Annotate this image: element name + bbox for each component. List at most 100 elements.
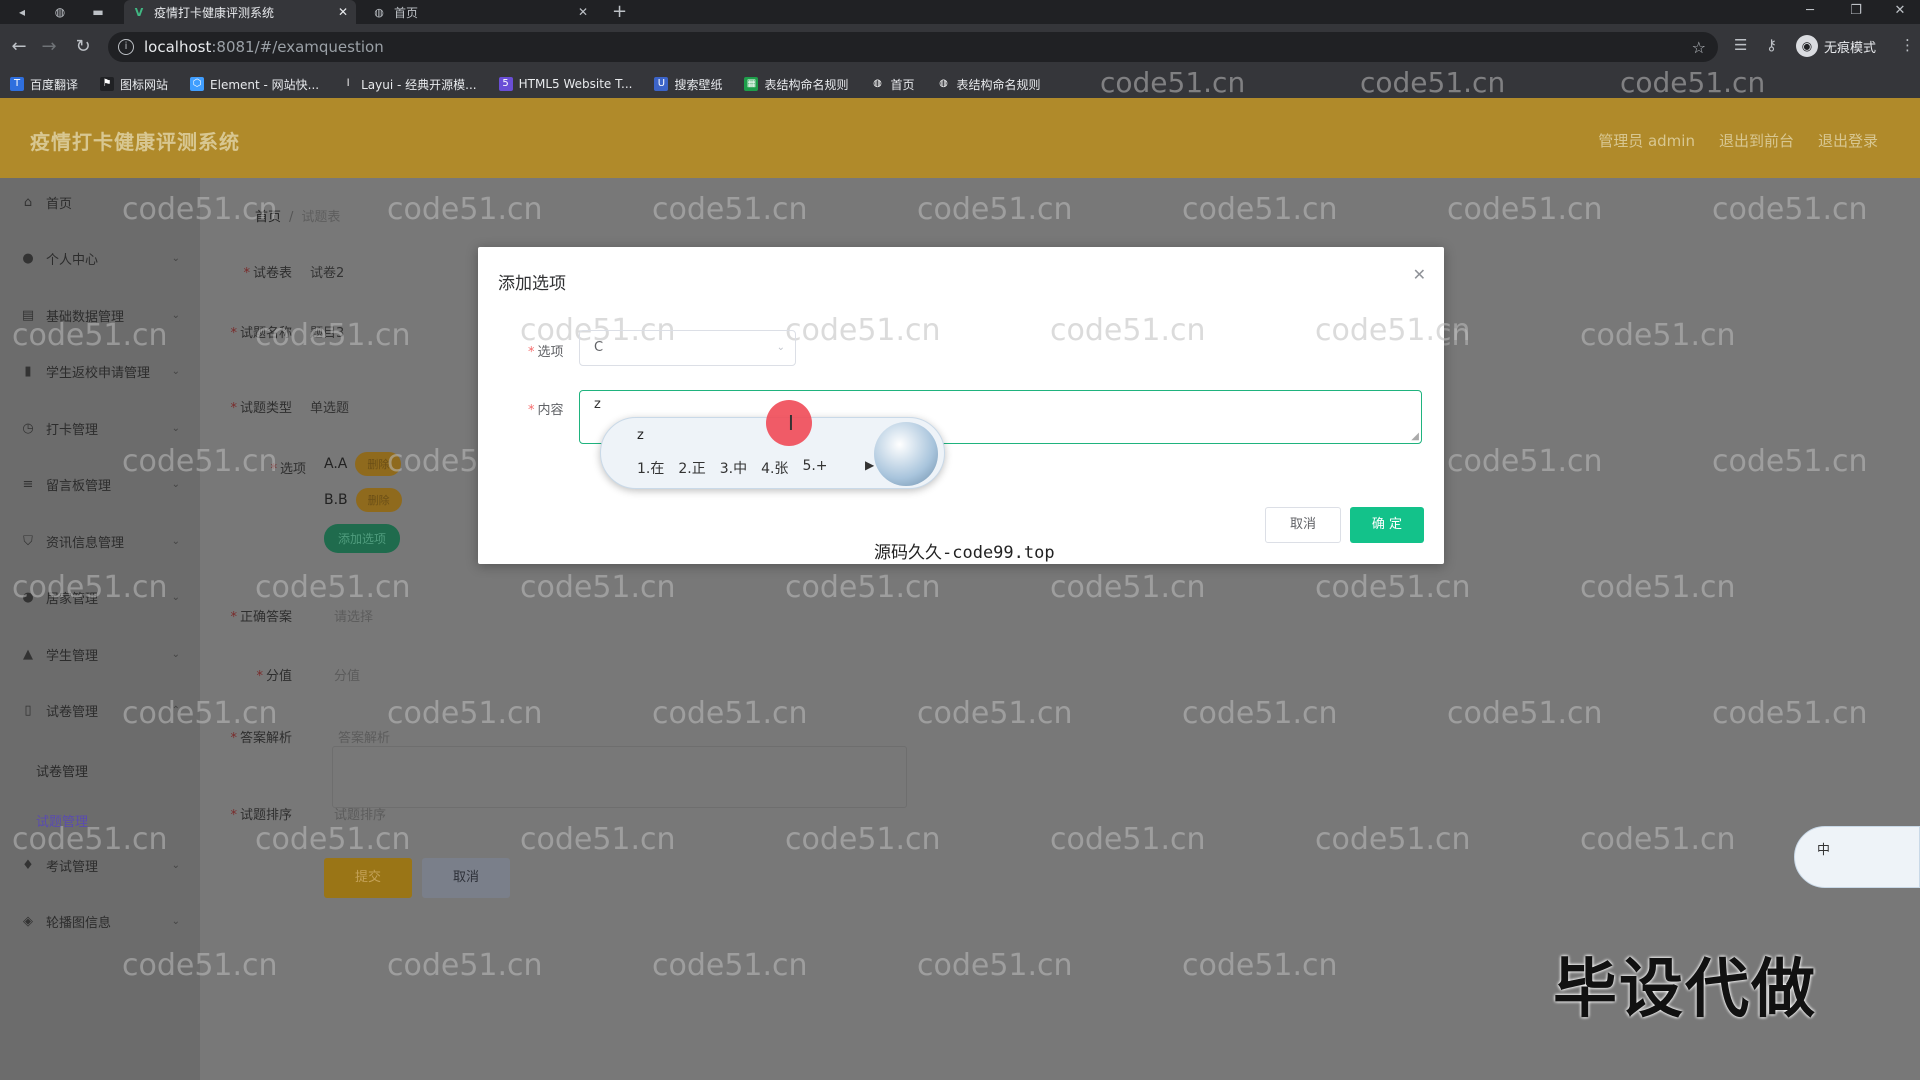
sidebar-item-students[interactable]: ▲ 学生管理 ⌄ (0, 634, 200, 674)
add-option-button[interactable]: 添加选项 (324, 524, 401, 553)
answer-select[interactable]: 请选择 (334, 606, 373, 625)
ime-candidate[interactable]: 3.中 (720, 458, 747, 478)
ime-candidate[interactable]: 2.正 (678, 458, 705, 478)
reload-icon[interactable]: ↻ (72, 36, 94, 57)
bookmark-label: 首页 (890, 77, 915, 92)
close-window-button[interactable]: ✕ (1880, 0, 1920, 24)
clock-icon: ◷ (22, 420, 34, 436)
menu-dots-icon[interactable]: ⋮ (1900, 36, 1915, 54)
ime-candidate[interactable]: 1.在 (637, 458, 664, 478)
close-icon[interactable]: ✕ (1413, 265, 1426, 284)
user-icon: ● (22, 589, 34, 605)
sidebar-item-label: 学生管理 (46, 648, 99, 664)
ime-candidate[interactable]: 5.+ (802, 458, 827, 478)
paper-value[interactable]: 试卷2 (310, 262, 344, 281)
media-icon[interactable]: ◂ (12, 2, 32, 22)
delete-option-button[interactable]: 删除 (355, 488, 402, 512)
bookmark-item[interactable]: ⬡ Element - 网站快... (190, 76, 319, 93)
close-tab-icon[interactable]: ✕ (338, 5, 348, 19)
sidebar-item-return-apply[interactable]: ▮ 学生返校申请管理 ⌄ (0, 351, 200, 391)
bookmark-item[interactable]: l Layui - 经典开源模... (341, 76, 477, 93)
delete-option-button[interactable]: 删除 (355, 452, 402, 476)
mic-icon: ♦ (22, 857, 34, 873)
close-tab-icon[interactable]: ✕ (578, 5, 588, 19)
back-icon[interactable]: ← (8, 36, 30, 57)
ime-mode-label: 中 (1817, 843, 1831, 858)
sidebar-item-news[interactable]: ⛉ 资讯信息管理 ⌄ (0, 521, 200, 561)
sidebar-item-papers[interactable]: ▯ 试卷管理 ⌃ (0, 690, 200, 730)
bookmark-item[interactable]: 5 HTML5 Website T... (498, 77, 632, 91)
bookmark-label: 表结构命名规则 (764, 77, 849, 92)
answer-row: * 正确答案 请选择 (200, 606, 373, 625)
ime-status-bar[interactable]: 中 (1794, 826, 1920, 888)
tab-exam-system[interactable]: V 疫情打卡健康评测系统 ✕ (124, 0, 356, 24)
forward-icon[interactable]: → (38, 36, 60, 57)
bookmark-label: 百度翻译 (30, 77, 79, 92)
restore-button[interactable]: ❐ (1836, 0, 1876, 24)
logout-link[interactable]: 退出登录 (1818, 130, 1878, 151)
minimize-button[interactable]: ─ (1790, 0, 1830, 24)
sidebar-subitem-questions[interactable]: 试题管理 (36, 811, 88, 830)
analysis-placeholder: 答案解析 (338, 731, 391, 746)
bookmark-item[interactable]: ▦ 表结构命名规则 (744, 76, 848, 93)
back-to-front-link[interactable]: 退出到前台 (1719, 130, 1794, 151)
score-input[interactable]: 分值 (334, 665, 360, 684)
content-value: z (594, 397, 601, 412)
reading-list-icon[interactable]: ☰ (1734, 36, 1747, 54)
tab-home[interactable]: ◍ 首页 ✕ (364, 0, 596, 24)
next-page-icon[interactable]: ▶ (865, 458, 874, 472)
shield-icon: ⛉ (23, 533, 33, 549)
sheet-icon: ▦ (744, 77, 759, 91)
sidebar-item-checkin[interactable]: ◷ 打卡管理 ⌄ (0, 408, 200, 448)
type-row: * 试题类型 单选题 (200, 397, 349, 416)
info-icon[interactable]: i (118, 39, 134, 55)
list-icon: ≡ (22, 476, 34, 492)
sidebar-item-profile[interactable]: ● 个人中心 ⌄ (0, 238, 200, 278)
key-icon[interactable]: ⚷ (1766, 36, 1777, 54)
window-icon[interactable]: ▬ (88, 2, 108, 22)
name-row: * 试题名称 题目3 (200, 322, 344, 341)
sidebar-item-label: 考试管理 (46, 859, 99, 875)
dialog-cancel-button[interactable]: 取消 (1265, 507, 1341, 543)
sidebar-item-home[interactable]: ⌂ 首页 (0, 182, 200, 222)
admin-label: 管理员 admin (1598, 132, 1695, 150)
bookmark-item[interactable]: T 百度翻译 (10, 76, 78, 93)
bookmark-item[interactable]: ◍ 表结构命名规则 (936, 76, 1041, 93)
new-tab-button[interactable]: + (612, 0, 627, 24)
dialog-confirm-button[interactable]: 确 定 (1350, 507, 1424, 543)
sidebar-item-home-stay[interactable]: ● 居家管理 ⌄ (0, 577, 200, 617)
app-title: 疫情打卡健康评测系统 (30, 130, 240, 154)
sidebar-item-basic-data[interactable]: ▤ 基础数据管理 ⌄ (0, 295, 200, 335)
chevron-down-icon: ⌄ (171, 422, 180, 434)
element-icon: ⬡ (190, 77, 205, 91)
sidebar-item-label: 个人中心 (46, 252, 99, 268)
sidebar-item-label: 试卷管理 (46, 704, 99, 720)
star-icon[interactable]: ☆ (1692, 38, 1706, 57)
globe-icon[interactable]: ◍ (50, 2, 70, 22)
bookmark-item[interactable]: ⚑ 图标网站 (100, 76, 168, 93)
tab-label: 疫情打卡健康评测系统 (154, 5, 275, 20)
url-field[interactable]: i localhost :8081/#/examquestion ☆ (108, 32, 1718, 62)
score-label: 分值 (265, 669, 292, 684)
name-value[interactable]: 题目3 (310, 322, 344, 341)
sidebar-subitem-papers[interactable]: 试卷管理 (36, 761, 88, 780)
option-b-row: B.B 删除 (324, 488, 402, 512)
incognito-indicator[interactable]: ◉ 无痕模式 (1796, 35, 1876, 57)
bookmark-item[interactable]: U 搜索壁纸 (654, 76, 722, 93)
type-value[interactable]: 单选题 (310, 397, 349, 416)
sidebar-item-messages[interactable]: ≡ 留言板管理 ⌄ (0, 464, 200, 504)
app-header: 疫情打卡健康评测系统 管理员 admin 退出到前台 退出登录 (0, 98, 1920, 178)
analysis-textarea[interactable] (332, 746, 907, 808)
resize-handle-icon[interactable]: ◢ (1411, 431, 1419, 442)
ime-candidate[interactable]: 4.张 (761, 458, 788, 478)
option-select[interactable]: C ⌄ (579, 330, 796, 366)
cancel-button[interactable]: 取消 (422, 858, 510, 898)
sidebar-item-exams[interactable]: ♦ 考试管理 ⌄ (0, 845, 200, 885)
paper-row: * 试卷表 试卷2 (200, 262, 344, 281)
bookmark-item[interactable]: ◍ 首页 (870, 76, 915, 93)
submit-button[interactable]: 提交 (324, 858, 412, 898)
sidebar-item-carousel[interactable]: ◈ 轮播图信息 ⌄ (0, 901, 200, 941)
sort-input[interactable]: 试题排序 (334, 804, 386, 823)
sort-label: 试题排序 (239, 808, 292, 823)
breadcrumb-home[interactable]: 首页 (255, 210, 281, 225)
